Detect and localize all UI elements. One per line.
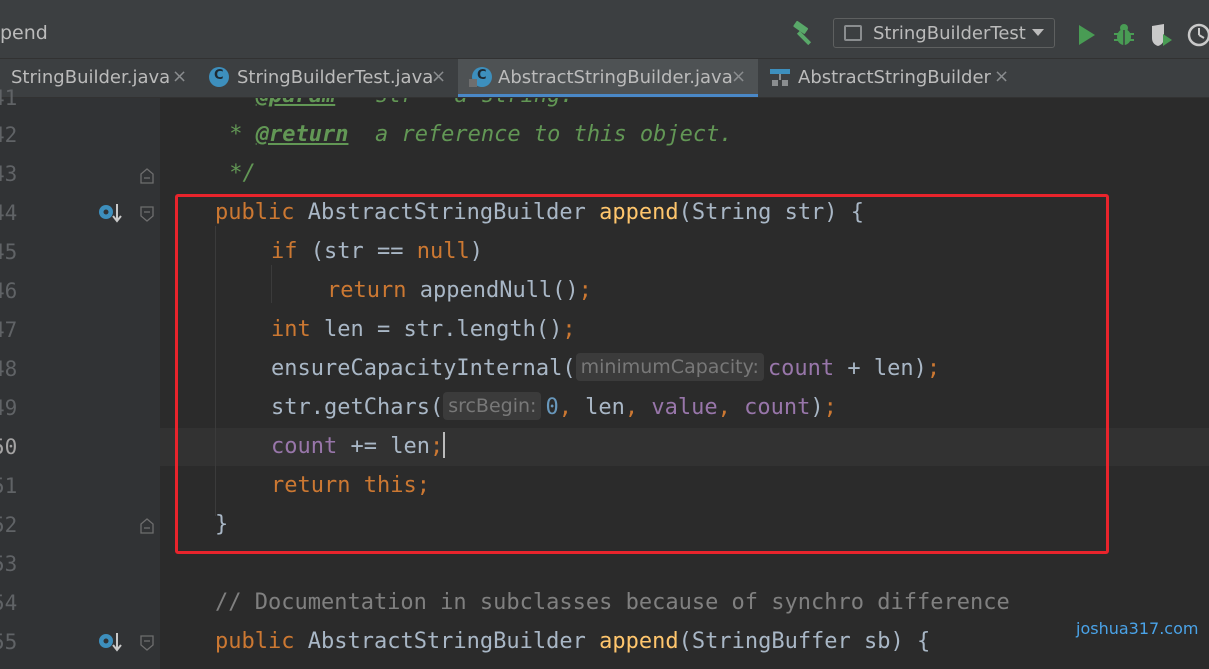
line-number: 47 bbox=[0, 318, 18, 342]
code-line-51: return this; bbox=[271, 473, 430, 498]
tab-abstractstringbuilder-diagram[interactable]: AbstractStringBuilder × bbox=[758, 59, 1020, 97]
run-icon[interactable] bbox=[1073, 22, 1099, 48]
editor-tab-bar: StringBuilder.java × StringBuilderTest.j… bbox=[0, 59, 1209, 98]
line-number: 45 bbox=[0, 240, 18, 264]
fold-start-icon[interactable] bbox=[140, 206, 154, 222]
code-line-55: public AbstractStringBuilder append(Stri… bbox=[215, 629, 931, 654]
tab-stringbuildertest-java[interactable]: StringBuilderTest.java × bbox=[196, 59, 458, 97]
title-bar-strip bbox=[0, 0, 1209, 12]
watermark: joshua317.com bbox=[1076, 619, 1199, 638]
indent-guide bbox=[215, 226, 216, 516]
code-line-42: * @return a reference to this object. bbox=[216, 122, 733, 147]
code-line-44: public AbstractStringBuilder append(Stri… bbox=[215, 200, 865, 225]
parameter-hint: srcBegin: bbox=[443, 392, 542, 420]
line-number: 53 bbox=[0, 552, 18, 576]
code-line-43: */ bbox=[216, 161, 256, 186]
tab-label: StringBuilder.java bbox=[11, 67, 171, 88]
run-configuration-select[interactable]: StringBuilderTest bbox=[833, 18, 1055, 48]
run-config-label: StringBuilderTest bbox=[873, 23, 1026, 44]
chevron-down-icon bbox=[1032, 29, 1044, 36]
line-number: 44 bbox=[0, 201, 18, 225]
fold-start-icon[interactable] bbox=[140, 635, 154, 651]
fold-end-icon[interactable] bbox=[140, 518, 154, 534]
line-number: 49 bbox=[0, 396, 18, 420]
tab-label: StringBuilderTest.java bbox=[237, 67, 434, 88]
current-line-number: 50 bbox=[0, 435, 18, 459]
diagram-icon bbox=[770, 69, 790, 86]
fold-end-icon[interactable] bbox=[140, 168, 154, 184]
text-caret bbox=[443, 432, 446, 458]
abstract-class-icon bbox=[469, 67, 492, 87]
line-number: 54 bbox=[0, 591, 18, 615]
build-hammer-icon[interactable] bbox=[790, 20, 818, 48]
parameter-hint: minimumCapacity: bbox=[575, 353, 764, 381]
code-line-54: // Documentation in subclasses because o… bbox=[215, 590, 1010, 615]
code-line-52: } bbox=[215, 512, 229, 537]
navigation-toolbar: pend StringBuilderTest bbox=[0, 12, 1209, 59]
code-line-48: ensureCapacityInternal(minimumCapacity: c… bbox=[271, 350, 940, 388]
close-icon[interactable]: × bbox=[994, 66, 1009, 87]
code-line-49: str.getChars(srcBegin: 0, len, value, cou… bbox=[271, 389, 837, 427]
line-number-gutter: 41 42 43 44 45 46 47 48 49 50 51 52 53 5… bbox=[0, 86, 160, 669]
close-icon[interactable]: × bbox=[731, 66, 746, 87]
overrides-method-icon[interactable] bbox=[97, 630, 123, 654]
close-icon[interactable]: × bbox=[172, 66, 187, 87]
code-line-45: if (str == null) bbox=[271, 239, 483, 264]
close-icon[interactable]: × bbox=[431, 66, 446, 87]
debug-bug-icon[interactable] bbox=[1111, 22, 1137, 48]
code-line-46: return appendNull(); bbox=[327, 278, 592, 303]
active-tab-underline bbox=[458, 94, 758, 97]
code-line-50: count += len; bbox=[271, 432, 446, 459]
coverage-shield-icon[interactable] bbox=[1148, 22, 1174, 48]
line-number: 52 bbox=[0, 513, 18, 537]
line-number: 55 bbox=[0, 630, 18, 654]
line-number: 51 bbox=[0, 474, 18, 498]
overrides-method-icon[interactable] bbox=[97, 201, 123, 225]
code-editor[interactable]: * @param str a string. * @return a refer… bbox=[160, 98, 1209, 669]
line-number: 43 bbox=[0, 162, 18, 186]
line-number: 46 bbox=[0, 279, 18, 303]
code-line-47: int len = str.length(); bbox=[271, 317, 576, 342]
line-number: 42 bbox=[0, 123, 18, 147]
tab-abstractstringbuilder-java[interactable]: AbstractStringBuilder.java × bbox=[458, 59, 758, 97]
code-line-41: * @param str a string. bbox=[216, 98, 573, 115]
tab-label: AbstractStringBuilder.java bbox=[498, 67, 733, 88]
tab-label: AbstractStringBuilder bbox=[798, 67, 991, 88]
line-number: 41 bbox=[0, 86, 18, 110]
tab-stringbuilder-java[interactable]: StringBuilder.java × bbox=[0, 59, 196, 97]
breadcrumb[interactable]: pend bbox=[0, 22, 48, 44]
java-class-icon bbox=[209, 67, 229, 87]
profiler-clock-icon[interactable] bbox=[1186, 22, 1209, 48]
line-number: 48 bbox=[0, 357, 18, 381]
run-config-icon bbox=[844, 25, 862, 41]
